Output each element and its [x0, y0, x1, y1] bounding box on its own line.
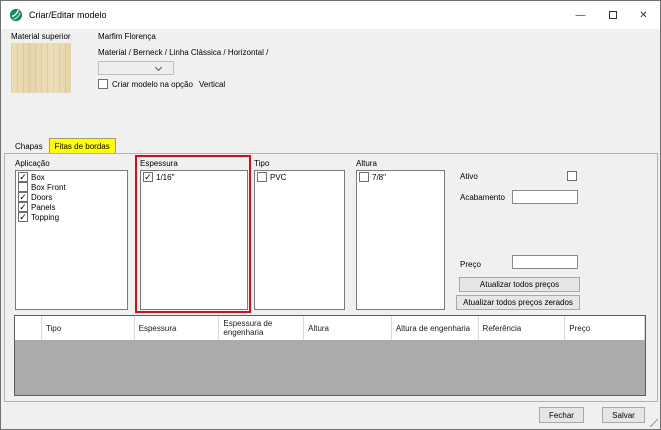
material-path: Material / Berneck / Linha Clássica / Ho…	[98, 48, 269, 57]
maximize-button[interactable]	[597, 1, 628, 29]
list-item[interactable]: ✓ Box	[16, 172, 127, 182]
tipo-title: Tipo	[254, 159, 270, 168]
list-item[interactable]: 7/8"	[357, 172, 444, 182]
aplicacao-title: Aplicação	[15, 159, 50, 168]
material-combobox[interactable]	[98, 61, 174, 75]
checkbox-icon[interactable]	[257, 172, 267, 182]
table-header-cell[interactable]: Espessura	[135, 316, 220, 340]
table-body-empty	[15, 340, 645, 395]
checkbox-icon[interactable]: ✓	[18, 192, 28, 202]
ativo-label: Ativo	[460, 172, 478, 181]
checkbox-icon[interactable]: ✓	[18, 212, 28, 222]
maximize-icon	[608, 11, 617, 19]
ativo-checkbox[interactable]	[567, 171, 577, 181]
list-item[interactable]: ✓ Doors	[16, 192, 127, 202]
checkbox-icon[interactable]: ✓	[143, 172, 153, 182]
tab-strip: Chapas Fitas de bordas	[9, 137, 116, 154]
salvar-button[interactable]: Salvar	[602, 407, 645, 423]
list-item[interactable]: PVC	[255, 172, 344, 182]
list-item[interactable]: ✓ Panels	[16, 202, 127, 212]
acabamento-input[interactable]	[512, 190, 578, 204]
title-bar: Criar/Editar modelo — ✕	[1, 1, 660, 29]
vertical-checkbox-value: Vertical	[198, 79, 226, 89]
aplicacao-listbox[interactable]: ✓ Box Box Front ✓ Doors ✓ Panels ✓ Topping	[15, 170, 128, 310]
espessura-title: Espessura	[140, 159, 178, 168]
list-item-label: 7/8"	[372, 172, 386, 182]
table-header-cell[interactable]	[15, 316, 42, 340]
checkbox-icon[interactable]	[359, 172, 369, 182]
list-item-label: PVC	[270, 172, 287, 182]
tab-chapas[interactable]: Chapas	[9, 138, 49, 154]
list-item-label: Panels	[31, 202, 56, 212]
checkbox-icon[interactable]	[18, 182, 28, 192]
table-header-cell[interactable]: Espessura de engenharia	[219, 316, 305, 340]
checkbox-icon[interactable]: ✓	[18, 202, 28, 212]
table-header-cell[interactable]: Preço	[565, 316, 646, 340]
close-button[interactable]: ✕	[628, 1, 659, 29]
material-name: Marfim Florença	[98, 32, 156, 41]
list-item[interactable]: ✓ Topping	[16, 212, 127, 222]
vertical-checkbox[interactable]	[98, 79, 108, 89]
list-item-label: 1/16"	[156, 172, 175, 182]
window-title: Criar/Editar modelo	[29, 10, 107, 20]
material-superior-label: Material superior	[11, 32, 71, 41]
acabamento-label: Acabamento	[460, 193, 505, 202]
chevron-down-icon	[154, 63, 163, 72]
list-item-label: Box	[31, 172, 45, 182]
atualizar-precos-zerados-button[interactable]: Atualizar todos preços zerados	[456, 295, 580, 310]
checkbox-icon[interactable]: ✓	[18, 172, 28, 182]
list-item-label: Doors	[31, 192, 53, 202]
fechar-button[interactable]: Fechar	[539, 407, 584, 423]
preco-label: Preço	[460, 260, 481, 269]
table-header-cell[interactable]: Altura de engenharia	[392, 316, 479, 340]
list-item[interactable]: ✓ 1/16"	[141, 172, 247, 182]
table-header-cell[interactable]: Altura	[304, 316, 392, 340]
minimize-icon: —	[575, 9, 586, 21]
list-item-label: Box Front	[31, 182, 66, 192]
table-header-cell[interactable]: Referência	[479, 316, 566, 340]
material-swatch	[11, 43, 71, 93]
list-item[interactable]: Box Front	[16, 182, 127, 192]
atualizar-precos-button[interactable]: Atualizar todos preços	[459, 277, 580, 292]
tab-fitas-de-bordas[interactable]: Fitas de bordas	[48, 138, 116, 154]
app-icon	[9, 8, 23, 22]
altura-title: Altura	[356, 159, 377, 168]
table-header-cell[interactable]: Tipo	[42, 316, 135, 340]
minimize-button[interactable]: —	[565, 1, 596, 29]
espessura-listbox[interactable]: ✓ 1/16"	[140, 170, 248, 310]
dialog-criar-editar-modelo: Criar/Editar modelo — ✕ Material superio…	[0, 0, 661, 430]
table-header-row: Tipo Espessura Espessura de engenharia Altu…	[15, 316, 646, 340]
preco-input[interactable]	[512, 255, 578, 269]
create-vertical-option[interactable]: Criar modelo na opção Vertical	[98, 79, 225, 89]
resize-grip[interactable]	[650, 419, 658, 427]
results-table: Tipo Espessura Espessura de engenharia Altu…	[14, 315, 646, 396]
altura-listbox[interactable]: 7/8"	[356, 170, 445, 310]
list-item-label: Topping	[31, 212, 60, 222]
tipo-listbox[interactable]: PVC	[254, 170, 345, 310]
vertical-checkbox-label: Criar modelo na opção	[112, 79, 193, 89]
close-icon: ✕	[639, 9, 648, 21]
